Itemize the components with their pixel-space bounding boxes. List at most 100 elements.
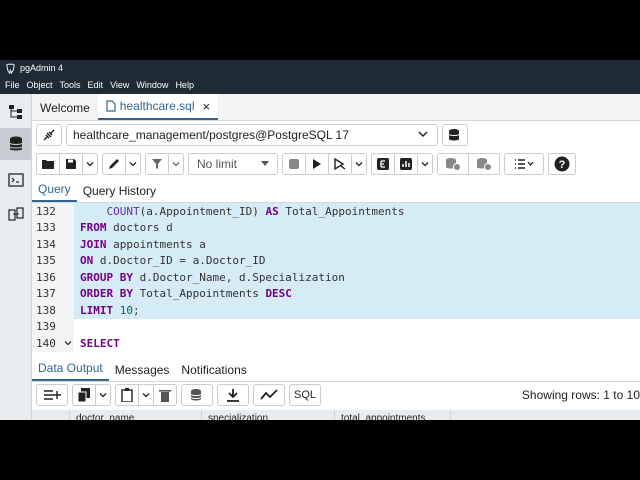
line-number: 134: [32, 236, 74, 253]
file-icon: [106, 100, 116, 112]
row-selector-header[interactable]: [32, 410, 70, 420]
psql-tool-button[interactable]: [0, 164, 31, 196]
filter-options-dropdown[interactable]: [169, 154, 183, 174]
save-data-group: [181, 384, 213, 406]
result-grid-header: doctor_name specialization total_appoint…: [32, 410, 640, 420]
line-number: 136: [32, 269, 74, 286]
menu-object[interactable]: Object: [27, 80, 53, 90]
app-title: pgAdmin 4: [20, 63, 64, 73]
explain-options-dropdown[interactable]: [418, 154, 432, 174]
editor-line: 136 GROUP BY d.Doctor_Name, d.Specializa…: [32, 269, 640, 286]
chevron-down-icon: [99, 393, 107, 398]
editor-line: 140 SELECT: [32, 335, 640, 352]
save-data-button[interactable]: [182, 385, 212, 405]
connection-select[interactable]: healthcare_management/postgres@PostgreSQ…: [66, 124, 438, 146]
sql-button[interactable]: SQL: [290, 385, 320, 405]
line-chart-icon: [260, 389, 278, 400]
line-code: [74, 319, 640, 336]
column-header-doctor-name[interactable]: doctor_name: [70, 410, 202, 420]
menu-tools[interactable]: Tools: [60, 80, 81, 90]
sql-group: SQL: [289, 384, 321, 406]
schema-diff-button[interactable]: [0, 198, 31, 230]
filter-button[interactable]: [146, 154, 169, 174]
title-bar: pgAdmin 4: [0, 60, 640, 76]
tab-query-history[interactable]: Query History: [77, 180, 162, 202]
filter-icon: [152, 159, 162, 169]
menu-view[interactable]: View: [110, 80, 129, 90]
edit-button[interactable]: [103, 154, 126, 174]
menu-edit[interactable]: Edit: [88, 80, 104, 90]
close-tab-icon[interactable]: ×: [203, 99, 211, 114]
row-limit-value: No limit: [197, 157, 238, 171]
chevron-down-icon: [142, 393, 150, 398]
commit-icon: [446, 158, 461, 171]
line-number: 138: [32, 302, 74, 319]
paste-options-dropdown[interactable]: [139, 385, 154, 405]
trash-icon: [159, 389, 171, 402]
explain-analyze-button[interactable]: [395, 154, 418, 174]
rollback-button[interactable]: [469, 154, 499, 174]
tab-query[interactable]: Query: [32, 178, 77, 202]
line-number: 137: [32, 285, 74, 302]
menu-bar: File Object Tools Edit View Window Help: [0, 76, 640, 94]
pgadmin-window: pgAdmin 4 File Object Tools Edit View Wi…: [0, 60, 640, 420]
transaction-group: [437, 153, 500, 175]
svg-text:?: ?: [559, 159, 566, 171]
chart-icon: [400, 158, 412, 170]
row-limit-select[interactable]: No limit: [188, 153, 278, 175]
help-group: ?: [548, 153, 576, 175]
fold-chevron-icon[interactable]: [64, 339, 72, 347]
add-row-button[interactable]: [37, 385, 67, 405]
tab-notifications[interactable]: Notifications: [175, 359, 252, 381]
add-row-group: [36, 384, 68, 406]
open-file-button[interactable]: [37, 154, 60, 174]
column-header-total-appointments[interactable]: total_appointments: [335, 410, 451, 420]
left-sidebar: [0, 94, 32, 420]
connection-status-button[interactable]: [36, 124, 62, 146]
editor-line: 135 ON d.Doctor_ID = a.Doctor_ID: [32, 252, 640, 269]
document-tabs: Welcome healthcare.sql ×: [32, 94, 640, 121]
editor-line: 133 FROM doctors d: [32, 219, 640, 236]
graph-visualiser-button[interactable]: [254, 385, 284, 405]
chevron-down-icon: [129, 162, 137, 167]
delete-row-button[interactable]: [154, 385, 176, 405]
query-toolbar: No limit ?: [32, 150, 640, 178]
object-explorer-button[interactable]: [0, 96, 31, 128]
tab-messages[interactable]: Messages: [109, 359, 176, 381]
column-header-specialization[interactable]: specialization: [202, 410, 335, 420]
menu-file[interactable]: File: [5, 80, 20, 90]
save-icon: [66, 159, 76, 169]
copy-options-dropdown[interactable]: [96, 385, 110, 405]
paste-button[interactable]: [116, 385, 139, 405]
save-file-button[interactable]: [60, 154, 83, 174]
download-button[interactable]: [218, 385, 248, 405]
edit-options-dropdown[interactable]: [126, 154, 140, 174]
execute-script-button[interactable]: [329, 154, 352, 174]
chevron-down-icon: [418, 131, 428, 138]
output-toolbar: SQL Showing rows: 1 to 10: [32, 382, 640, 408]
execute-button[interactable]: [306, 154, 329, 174]
execute-options-dropdown[interactable]: [352, 154, 366, 174]
sql-editor[interactable]: 132 COUNT (a.Appointment_ID) AS Total_App…: [32, 203, 640, 355]
commit-button[interactable]: [438, 154, 469, 174]
schema-diff-icon: [7, 207, 24, 221]
menu-help[interactable]: Help: [175, 80, 194, 90]
download-group: [217, 384, 249, 406]
new-connection-button[interactable]: [442, 124, 468, 146]
tab-healthcare-sql[interactable]: healthcare.sql ×: [97, 94, 219, 120]
tab-welcome[interactable]: Welcome: [32, 96, 98, 120]
tab-welcome-label: Welcome: [40, 101, 90, 115]
line-number: 139: [32, 318, 74, 335]
copy-button[interactable]: [73, 385, 96, 405]
save-options-dropdown[interactable]: [83, 154, 97, 174]
stop-button[interactable]: [283, 154, 306, 174]
menu-window[interactable]: Window: [136, 80, 168, 90]
editor-line: 134 JOIN appointments a: [32, 236, 640, 253]
explain-button[interactable]: [372, 154, 395, 174]
plug-disconnect-icon: [43, 129, 55, 141]
query-tool-button[interactable]: [0, 128, 31, 160]
macros-button[interactable]: [505, 154, 543, 174]
editor-line: 132 COUNT (a.Appointment_ID) AS Total_App…: [32, 203, 640, 220]
tab-data-output[interactable]: Data Output: [32, 357, 109, 381]
help-button[interactable]: ?: [549, 154, 575, 174]
